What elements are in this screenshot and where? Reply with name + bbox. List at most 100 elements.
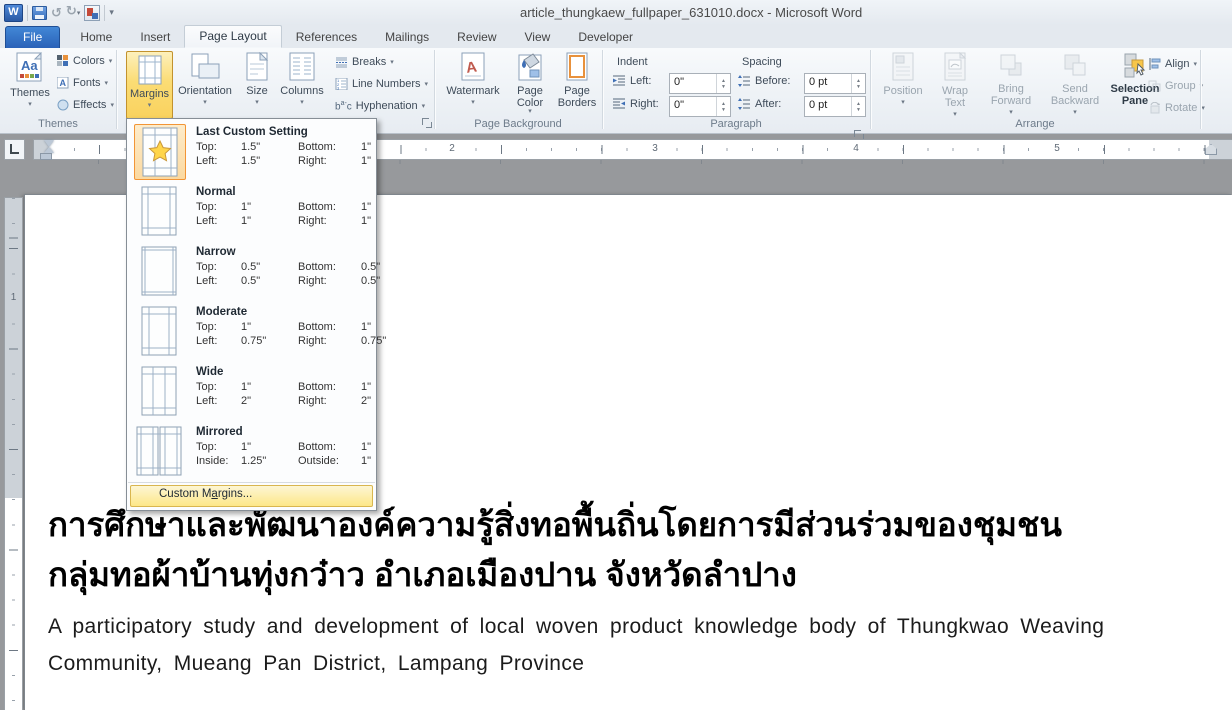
margin-value: 1" bbox=[241, 320, 298, 334]
save-icon[interactable] bbox=[32, 6, 47, 20]
margins-menu-item-narrow[interactable]: Narrow Top:0.5"Bottom:0.5" Left:0.5"Righ… bbox=[127, 241, 376, 301]
line-numbers-button[interactable]: 123 Line Numbers▾ bbox=[335, 78, 428, 90]
breaks-label: Breaks bbox=[352, 56, 386, 68]
spinner-arrows-icon[interactable]: ▲▼ bbox=[716, 97, 730, 116]
customize-qat-icon[interactable]: ▾ bbox=[109, 7, 114, 18]
print-preview-icon[interactable] bbox=[84, 5, 100, 21]
page-borders-button[interactable]: Page Borders bbox=[554, 52, 600, 109]
chevron-down-icon: ▾ bbox=[901, 99, 905, 106]
custom-margins-label: Custom M bbox=[159, 488, 211, 500]
left-tab-icon bbox=[10, 144, 19, 154]
margins-menu-item-normal[interactable]: Normal Top:1"Bottom:1" Left:1"Right:1" bbox=[127, 181, 376, 241]
tab-insert[interactable]: Insert bbox=[126, 27, 184, 48]
theme-fonts-button[interactable]: A Fonts▾ bbox=[57, 77, 108, 89]
tab-review[interactable]: Review bbox=[443, 27, 510, 48]
spacing-after-input[interactable]: 0 pt ▲▼ bbox=[804, 96, 866, 117]
breaks-button[interactable]: Breaks▾ bbox=[335, 56, 394, 68]
tab-references[interactable]: References bbox=[282, 27, 371, 48]
columns-icon bbox=[288, 52, 316, 82]
watermark-button[interactable]: A Watermark ▾ bbox=[440, 52, 506, 106]
chevron-down-icon: ▾ bbox=[148, 102, 152, 109]
themes-button[interactable]: Aa Themes ▾ bbox=[8, 52, 52, 108]
margin-label: Bottom: bbox=[298, 140, 361, 154]
redo-icon[interactable]: ↻▾ bbox=[66, 3, 80, 22]
margin-value: 1.5" bbox=[241, 154, 298, 168]
spinner-arrows-icon[interactable]: ▲▼ bbox=[716, 74, 730, 93]
group-separator bbox=[1200, 50, 1202, 129]
margin-preset-name: Mirrored bbox=[196, 426, 243, 438]
page-setup-dialog-launcher-icon[interactable] bbox=[421, 117, 433, 129]
ruler-number: 1 bbox=[5, 292, 22, 303]
size-button[interactable]: Size ▾ bbox=[240, 52, 274, 106]
tab-file[interactable]: File bbox=[5, 26, 60, 48]
margin-value: 1" bbox=[241, 380, 298, 394]
margin-value: 2" bbox=[241, 394, 298, 408]
tab-page-layout[interactable]: Page Layout bbox=[184, 25, 281, 48]
theme-fonts-icon: A bbox=[57, 77, 69, 89]
svg-text:A: A bbox=[60, 78, 67, 88]
tab-developer[interactable]: Developer bbox=[564, 27, 647, 48]
columns-button[interactable]: Columns ▾ bbox=[276, 52, 328, 106]
position-button[interactable]: Position ▾ bbox=[878, 52, 928, 106]
rotate-button[interactable]: Rotate▾ bbox=[1148, 102, 1205, 114]
margins-button-label: Margins bbox=[130, 88, 169, 100]
orientation-button[interactable]: Orientation ▾ bbox=[174, 52, 236, 106]
tab-selector-button[interactable] bbox=[4, 139, 25, 160]
custom-margins-menu-item[interactable]: Custom Margins... bbox=[130, 485, 373, 507]
margin-label: Bottom: bbox=[298, 200, 361, 214]
margins-menu-item-mirrored[interactable]: Mirrored Top:1"Bottom:1" Inside:1.25"Out… bbox=[127, 421, 376, 481]
word-logo-icon[interactable]: W bbox=[4, 4, 23, 22]
tab-home[interactable]: Home bbox=[66, 27, 126, 48]
margin-label: Right: bbox=[298, 274, 361, 288]
vertical-ruler[interactable]: 1 bbox=[4, 197, 23, 710]
tab-view[interactable]: View bbox=[511, 27, 565, 48]
size-button-label: Size bbox=[246, 85, 267, 97]
theme-effects-button[interactable]: Effects▾ bbox=[57, 99, 114, 111]
ruler-number: 4 bbox=[850, 143, 862, 154]
margins-menu-item-wide[interactable]: Wide Top:1"Bottom:1" Left:2"Right:2" bbox=[127, 361, 376, 421]
align-button[interactable]: Align▾ bbox=[1148, 58, 1197, 70]
spinner-arrows-icon[interactable]: ▲▼ bbox=[851, 74, 865, 93]
indent-left-value[interactable]: 0" bbox=[670, 74, 716, 93]
bring-forward-button[interactable]: Bring Forward ▾ bbox=[982, 52, 1040, 116]
wrap-text-button[interactable]: Wrap Text ▾ bbox=[932, 52, 978, 118]
hyphenation-icon: ba-c bbox=[335, 100, 352, 112]
indent-header: Indent bbox=[617, 56, 648, 68]
margin-preset-name: Moderate bbox=[196, 306, 247, 318]
title-bar: W ↺ ↻▾ ▾ article_thungkaew_fullpaper_631… bbox=[0, 0, 1232, 26]
spinner-arrows-icon[interactable]: ▲▼ bbox=[851, 97, 865, 116]
indent-right-input[interactable]: 0" ▲▼ bbox=[669, 96, 731, 117]
line-numbers-icon: 123 bbox=[335, 78, 348, 90]
columns-button-label: Columns bbox=[280, 85, 323, 97]
paragraph-group-label: Paragraph bbox=[602, 118, 870, 130]
ruler-number: 3 bbox=[649, 143, 661, 154]
tab-mailings[interactable]: Mailings bbox=[371, 27, 443, 48]
margin-label: Left: bbox=[196, 274, 241, 288]
send-backward-button[interactable]: Send Backward ▾ bbox=[1044, 52, 1106, 116]
first-line-indent-marker[interactable] bbox=[44, 140, 54, 147]
spacing-after-value[interactable]: 0 pt bbox=[805, 97, 851, 116]
margin-value: 1" bbox=[361, 140, 371, 154]
margins-button[interactable]: Margins ▾ bbox=[126, 51, 173, 119]
margin-value: 1" bbox=[241, 214, 298, 228]
indent-left-input[interactable]: 0" ▲▼ bbox=[669, 73, 731, 94]
undo-icon[interactable]: ↺ bbox=[51, 5, 62, 21]
theme-colors-button[interactable]: Colors▾ bbox=[57, 55, 112, 67]
chevron-down-icon: ▾ bbox=[203, 99, 207, 106]
margin-label: Left: bbox=[196, 334, 241, 348]
margins-menu-item-last-custom[interactable]: Last Custom Setting Top:1.5"Bottom:1" Le… bbox=[127, 121, 376, 181]
spacing-after-label: After: bbox=[755, 98, 781, 110]
page-color-icon bbox=[516, 52, 544, 82]
margins-menu-item-moderate[interactable]: Moderate Top:1"Bottom:1" Left:0.75"Right… bbox=[127, 301, 376, 361]
align-label: Align bbox=[1165, 58, 1189, 70]
page-borders-icon bbox=[564, 52, 590, 82]
page-color-button[interactable]: Page Color ▾ bbox=[508, 52, 552, 115]
indent-right-value[interactable]: 0" bbox=[670, 97, 716, 116]
left-indent-marker[interactable] bbox=[40, 153, 52, 160]
wrap-text-icon bbox=[942, 52, 968, 82]
group-button[interactable]: Group▾ bbox=[1148, 80, 1203, 92]
spacing-before-value[interactable]: 0 pt bbox=[805, 74, 851, 93]
spacing-before-input[interactable]: 0 pt ▲▼ bbox=[804, 73, 866, 94]
chevron-down-icon: ▾ bbox=[953, 111, 957, 118]
hyphenation-button[interactable]: ba-c Hyphenation▾ bbox=[335, 100, 425, 112]
